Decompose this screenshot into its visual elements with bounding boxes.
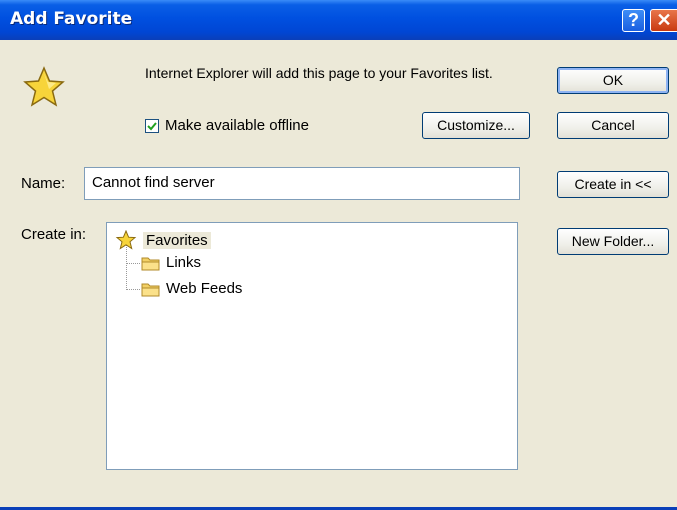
tree-node-label: Web Feeds <box>166 280 243 297</box>
offline-checkbox[interactable] <box>145 118 159 133</box>
tree-node-web-feeds[interactable]: Web Feeds <box>141 280 242 297</box>
new-folder-button[interactable]: New Folder... <box>557 228 669 255</box>
help-button[interactable]: ? <box>622 9 645 32</box>
tree-node-favorites[interactable]: Favorites <box>115 230 211 250</box>
offline-checkbox-row[interactable]: Make available offline <box>145 117 309 134</box>
create-in-label: Create in: <box>21 226 87 243</box>
name-label: Name: <box>21 175 66 192</box>
ok-button[interactable]: OK <box>557 67 669 94</box>
cancel-button[interactable]: Cancel <box>557 112 669 139</box>
close-button[interactable]: ✕ <box>650 9 677 32</box>
star-icon <box>115 230 137 250</box>
title-bar[interactable]: Add Favorite ? ✕ <box>0 0 677 40</box>
favorites-star-icon <box>22 65 66 109</box>
tree-connector <box>126 245 127 290</box>
folder-tree[interactable]: Favorites Links Web Feeds <box>106 222 518 470</box>
tree-connector <box>126 289 140 290</box>
folder-icon <box>141 283 160 296</box>
name-input[interactable]: Cannot find server <box>84 167 520 200</box>
tree-connector <box>126 263 140 264</box>
folder-icon <box>141 257 160 270</box>
customize-button[interactable]: Customize... <box>422 112 530 139</box>
tree-node-label: Links <box>166 254 202 271</box>
create-in-button[interactable]: Create in << <box>557 171 669 198</box>
offline-label: Make available offline <box>165 117 309 134</box>
dialog-message: Internet Explorer will add this page to … <box>145 65 493 81</box>
tree-node-links[interactable]: Links <box>141 254 201 271</box>
tree-node-label: Favorites <box>143 231 211 249</box>
window-title: Add Favorite <box>10 9 133 29</box>
